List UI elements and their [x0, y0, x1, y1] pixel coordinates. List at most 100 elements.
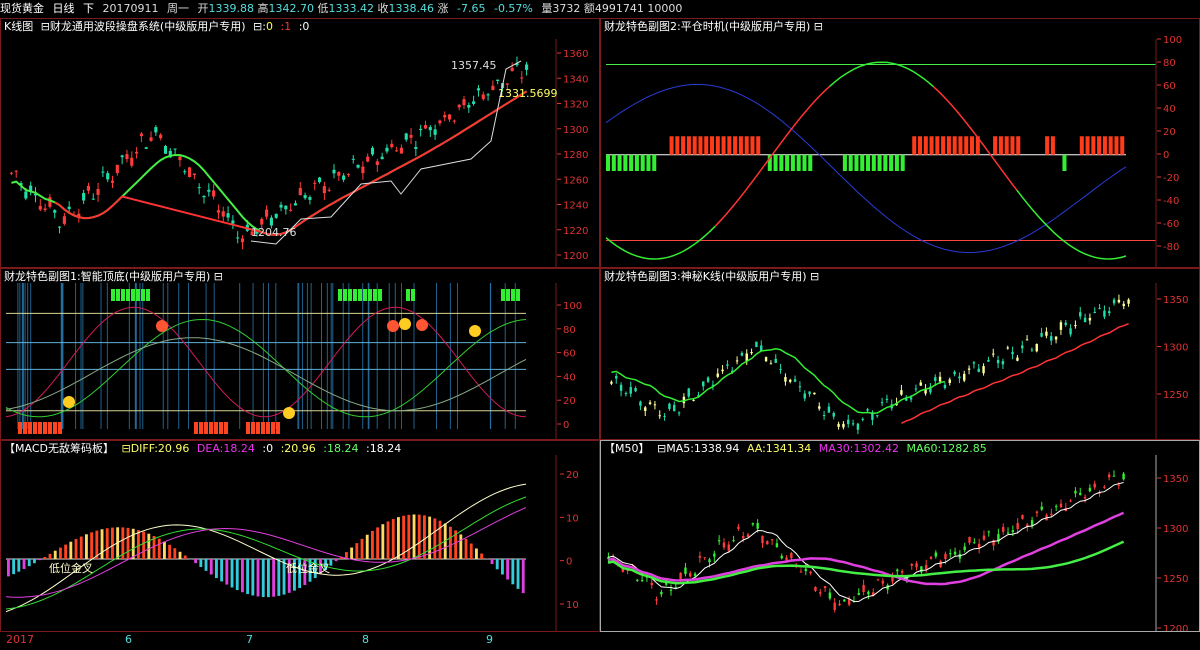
macd-axis-tick: 20 — [566, 470, 579, 481]
golden-cross-label-1: 低位金叉 — [49, 562, 93, 575]
macd-histogram-bar — [464, 538, 468, 559]
sub1-chart[interactable]: 100 80 60 40 20 0 — [1, 269, 600, 440]
kline-axis-tick: 1300 — [563, 125, 588, 136]
kline-axis-tick: 1340 — [563, 74, 588, 85]
sub3-candle — [769, 363, 773, 365]
sub1-top-bar — [343, 289, 347, 301]
sub2-bar-down — [1062, 154, 1067, 171]
sub3-candle — [813, 392, 816, 395]
sub1-panel[interactable]: 财龙特色副图1:智能顶底(中级版用户专用) ⊟ 100 80 60 40 20 0 — [0, 268, 600, 440]
kline-chart[interactable]: 1360 1340 1320 1300 1280 1260 1240 1220 1200 — [1, 19, 600, 268]
macd-chart[interactable]: 20 10 0 10 — [1, 441, 600, 632]
sub3-candle — [755, 341, 758, 348]
sub3-candle — [702, 381, 705, 387]
sub1-title[interactable]: 财龙特色副图1:智能顶底(中级版用户专用) ⊟ — [4, 270, 223, 284]
ma-candle — [669, 589, 673, 591]
ma-title[interactable]: 【M50】 — [604, 442, 650, 455]
sub3-candle — [1117, 299, 1121, 303]
ma-candle — [660, 591, 663, 595]
macd-title[interactable]: 【MACD无敌筹码板】 — [4, 442, 114, 455]
macd-dea: DEA:18.24 — [196, 442, 255, 455]
kline-candle — [110, 180, 115, 183]
sub2-title[interactable]: 财龙特色副图2:平仓时机(中级版用户专用) ⊟ — [604, 20, 823, 34]
symbol-name[interactable]: 现货黄金 — [0, 2, 44, 15]
macd-v2: :18.24 — [323, 442, 359, 455]
period-label[interactable]: 日线 — [53, 2, 75, 15]
sub1-top-bar — [511, 289, 515, 301]
sub1-bottom-bar — [224, 422, 228, 434]
kline-candle — [101, 171, 105, 173]
volume-label: 量 — [541, 2, 553, 15]
sub2-bar-up — [681, 136, 686, 155]
sub1-bottom-bar — [33, 422, 37, 434]
sub1-top-bar — [121, 289, 125, 301]
sub3-panel[interactable]: 财龙特色副图3:神秘K线(中级版用户专用) ⊟ 1350 1300 1250 — [600, 268, 1200, 440]
sub3-candle — [774, 358, 777, 363]
sub1-signal-face-icon — [63, 396, 75, 408]
kline-candle — [303, 195, 307, 199]
sub3-candle — [644, 407, 647, 412]
kline-candle — [274, 213, 278, 218]
extra-value: 10000 — [647, 2, 683, 15]
sub3-candle — [1103, 310, 1106, 317]
macd-histogram-bar — [272, 559, 276, 597]
macd-histogram-bar — [241, 559, 244, 593]
kline-candle — [525, 64, 529, 70]
sub3-title[interactable]: 财龙特色副图3:神秘K线(中级版用户专用) ⊟ — [604, 270, 819, 284]
sub2-axis-tick: 80 — [1163, 58, 1176, 69]
kline-candle — [192, 173, 196, 175]
kline-indicator-name[interactable]: ⊟财龙通用波段操盘系统(中级版用户专用) — [41, 20, 246, 33]
kline-candle — [154, 127, 158, 133]
ma-candle — [737, 526, 740, 529]
kline-candle — [216, 210, 221, 213]
sub2-chart[interactable]: 100 80 60 40 20 0 -20 -40 -60 -80 — [601, 19, 1200, 268]
macd-histogram-bar — [261, 559, 265, 598]
ma-candle — [862, 584, 865, 592]
sub3-chart[interactable]: 1350 1300 1250 — [601, 269, 1200, 440]
sub2-bar-up — [1085, 136, 1090, 155]
macd-histogram-bar — [33, 559, 36, 564]
kline-candle — [226, 213, 230, 218]
ma-candle — [674, 586, 678, 588]
kline-title[interactable]: K线图 — [4, 20, 33, 33]
sub2-axis-tick: 60 — [1163, 81, 1176, 92]
sub3-candle — [1098, 308, 1101, 310]
kline-candle — [375, 161, 379, 165]
ma-candle — [713, 553, 716, 557]
sub2-bar-up — [958, 136, 963, 155]
ma-chart[interactable]: 1350 1300 1250 1200 — [601, 441, 1200, 632]
sub1-bottom-bar — [38, 422, 42, 434]
sub3-candle — [1083, 317, 1087, 323]
macd-panel[interactable]: 【MACD无敌筹码板】 ⊟DIFF:20.96 DEA:18.24 :0 :20… — [0, 440, 600, 632]
ma-candle — [1054, 506, 1058, 508]
kline-axis-tick: 1260 — [563, 175, 588, 186]
low-value: 1333.42 — [328, 2, 375, 15]
sub3-candle — [880, 402, 884, 404]
sub2-bar-up — [692, 136, 697, 155]
ma-candle — [1016, 523, 1019, 530]
sub3-candle — [967, 368, 971, 370]
sub2-bar-up — [750, 136, 755, 155]
sub3-candle — [1093, 311, 1096, 314]
macd-histogram-bar — [100, 529, 104, 559]
kline-candle — [409, 134, 413, 138]
ma60-value: MA60:1282.85 — [906, 442, 987, 455]
macd-histogram-bar — [350, 547, 354, 559]
quote-info-bar: 现货黄金 日线 下 20170911 周一 开1339.88 高1342.70 … — [0, 0, 1200, 18]
kline-panel[interactable]: K线图 ⊟财龙通用波段操盘系统(中级版用户专用) ⊟:0 :1 :0 1360 1… — [0, 18, 600, 268]
sub2-bar-down — [646, 154, 651, 171]
sub2-panel[interactable]: 财龙特色副图2:平仓时机(中级版用户专用) ⊟ 100 80 60 40 20 0 -20 -… — [600, 18, 1200, 268]
ma-candle — [953, 551, 957, 555]
kline-candle — [467, 105, 471, 108]
sub1-green-line — [5, 318, 527, 418]
ma-candle — [689, 573, 692, 577]
sub3-candle — [716, 373, 719, 377]
macd-histogram-bar — [267, 559, 270, 598]
sub1-bottom-bar — [256, 422, 260, 434]
kline-candle — [120, 155, 124, 158]
ma-panel[interactable]: 【M50】 ⊟MA5:1338.94 AA:1341.34 MA30:1302.… — [600, 440, 1200, 632]
macd-histogram-bar — [235, 559, 239, 591]
sub3-candle — [1122, 303, 1125, 306]
sub3-candle — [953, 371, 956, 375]
ma-candle — [1035, 511, 1039, 514]
